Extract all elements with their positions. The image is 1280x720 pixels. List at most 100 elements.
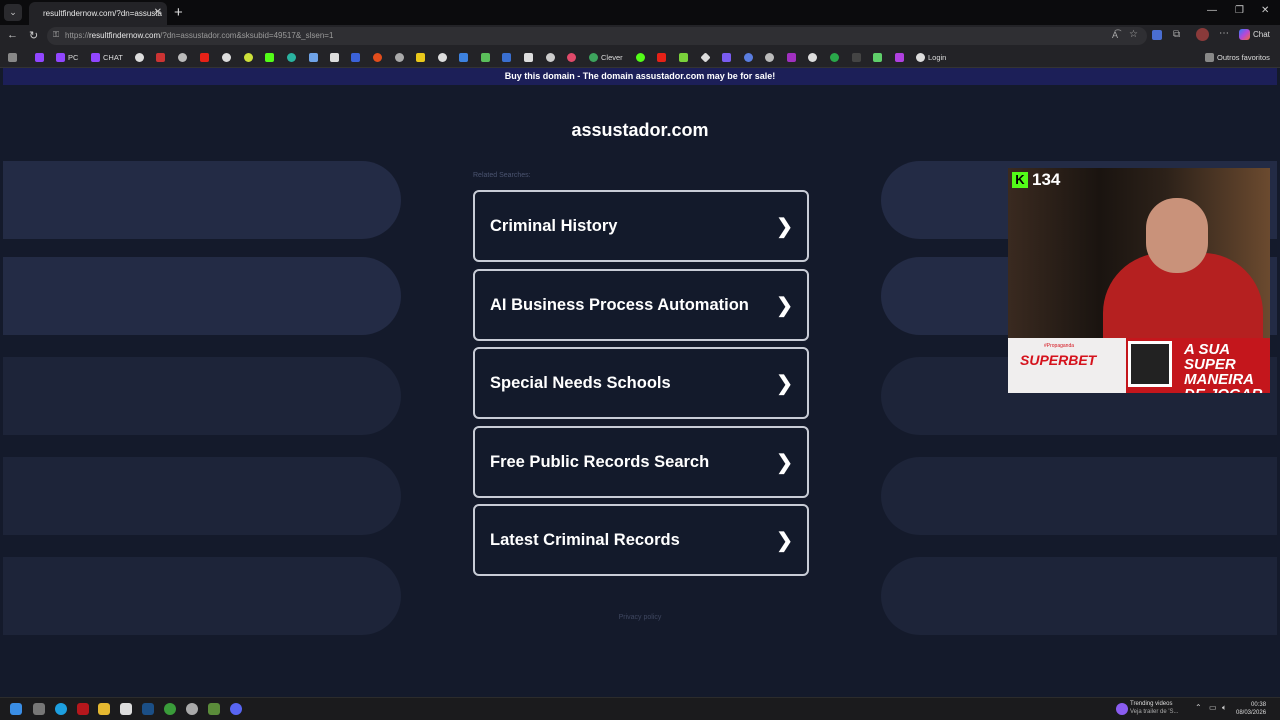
domain-sale-banner[interactable]: Buy this domain - The domain assustador.… — [3, 68, 1277, 85]
bookmark-arrow-icon[interactable] — [309, 52, 318, 63]
trending-icon[interactable] — [1116, 703, 1128, 715]
back-icon[interactable]: ← — [7, 29, 18, 41]
viewer-counter: K 134 — [1012, 170, 1060, 190]
volume-icon[interactable]: 🔈︎ — [1222, 703, 1227, 713]
related-search-item[interactable]: Criminal History ❯ — [473, 190, 809, 262]
system-clock[interactable]: 00:38 08/03/2026 — [1236, 701, 1266, 717]
bookmark-yellow-icon[interactable] — [416, 52, 425, 63]
bookmark-twitch-icon[interactable] — [35, 52, 44, 63]
superbet-ad: #Propaganda SUPERBET A SUA SUPER MANEIRA… — [1008, 338, 1270, 393]
bookmark-pink-icon[interactable] — [567, 52, 576, 63]
viewer-count: 134 — [1032, 170, 1061, 189]
site-info-icon[interactable]: ⚿ — [53, 30, 59, 40]
stream-overlay: K 134 #Propaganda SUPERBET A SUA SUPER M… — [1008, 168, 1270, 393]
bookmark-apps-icon[interactable] — [8, 52, 17, 63]
bookmark-purple-icon[interactable] — [722, 52, 731, 63]
bookmark-magenta-icon[interactable] — [787, 52, 796, 63]
bookmark-other-favorites[interactable]: Outros favoritos — [1205, 52, 1270, 63]
favorite-star-icon[interactable]: ☆ — [1129, 29, 1138, 40]
bookmark-clever[interactable]: Clever — [589, 52, 623, 63]
bookmark-box-icon[interactable] — [330, 52, 339, 63]
related-search-item[interactable]: Latest Criminal Records ❯ — [473, 504, 809, 576]
steam-icon[interactable] — [142, 703, 154, 715]
bookmark-green-icon[interactable] — [636, 52, 645, 63]
related-search-item[interactable]: Free Public Records Search ❯ — [473, 426, 809, 498]
bookmark-n-icon[interactable] — [873, 52, 882, 63]
bookmark-dark-icon[interactable] — [852, 52, 861, 63]
more-menu-icon[interactable]: ⋯ — [1219, 28, 1229, 39]
browser-tab[interactable]: resultfindernow.com/?dn=assusta ✕ — [29, 2, 167, 25]
discord-icon[interactable] — [230, 703, 242, 715]
bookmark-c-icon[interactable] — [830, 52, 839, 63]
bookmark-blue-icon[interactable] — [351, 52, 360, 63]
edge-icon[interactable] — [55, 703, 67, 715]
tray-chevron-icon[interactable]: ⌃ — [1195, 703, 1202, 712]
xbox-icon[interactable] — [164, 703, 176, 715]
start-icon[interactable] — [10, 703, 22, 715]
webcam-feed — [1008, 168, 1270, 353]
chevron-right-icon: ❯ — [776, 530, 793, 552]
bookmark-youtube-icon[interactable] — [200, 52, 209, 63]
bookmark-github-icon[interactable] — [178, 52, 187, 63]
ad-brand: SUPERBET — [1020, 352, 1097, 368]
bookmark-pc[interactable]: PC — [56, 52, 78, 63]
app-green-icon[interactable] — [208, 703, 220, 715]
bookmark-kick-icon[interactable] — [265, 52, 274, 63]
bookmark-word-icon[interactable] — [524, 52, 533, 63]
bookmark-red-icon[interactable] — [657, 52, 666, 63]
tab-menu-button[interactable]: ⌄ — [4, 4, 22, 21]
app-gray-icon[interactable] — [186, 703, 198, 715]
clock-date: 08/03/2026 — [1236, 710, 1267, 716]
extensions-icon[interactable]: ⧉ — [1173, 29, 1180, 40]
file-explorer-icon[interactable] — [98, 703, 110, 715]
bookmark-anchor-icon[interactable] — [135, 52, 144, 63]
bookmark-fire-icon[interactable] — [373, 52, 382, 63]
ad-slogan: A SUA SUPER MANEIRA DE JOGAR — [1184, 341, 1262, 393]
bookmark-circle-icon[interactable] — [244, 52, 253, 63]
bookmark-round-icon[interactable] — [546, 52, 555, 63]
related-search-label: AI Business Process Automation — [490, 295, 749, 314]
related-search-item[interactable]: AI Business Process Automation ❯ — [473, 269, 809, 341]
copilot-chat-button[interactable]: Chat — [1239, 29, 1270, 40]
decor-stripe — [3, 557, 401, 635]
window-close-icon[interactable]: ✕ — [1261, 5, 1269, 16]
related-search-item[interactable]: Special Needs Schools ❯ — [473, 347, 809, 419]
bookmark-swirl-icon[interactable] — [744, 52, 753, 63]
reload-icon[interactable]: ↻ — [29, 29, 38, 42]
bookmark-login[interactable]: Login — [916, 52, 946, 63]
app-red-icon[interactable] — [77, 703, 89, 715]
task-view-icon[interactable] — [33, 703, 45, 715]
minimize-icon[interactable]: — — [1207, 5, 1217, 16]
chat-label: Chat — [1253, 30, 1270, 39]
bookmark-sync-icon[interactable] — [808, 52, 817, 63]
maximize-icon[interactable]: ❐ — [1235, 5, 1244, 16]
address-row: ← ↻ ⚿ https://resultfindernow.com/?dn=as… — [0, 25, 1280, 47]
store-icon[interactable] — [120, 703, 132, 715]
decor-stripe — [3, 257, 401, 335]
address-bar[interactable]: ⚿ https://resultfindernow.com/?dn=assust… — [47, 27, 1147, 45]
network-icon[interactable]: ▭ — [1209, 703, 1217, 712]
bookmark-mail-icon[interactable] — [459, 52, 468, 63]
bookmark-doc-icon[interactable] — [502, 52, 511, 63]
new-tab-button[interactable]: + — [174, 4, 183, 21]
bookmark-lime-icon[interactable] — [679, 52, 688, 63]
bookmark-puzzle-icon[interactable] — [481, 52, 490, 63]
bookmark-obs-icon[interactable] — [222, 52, 231, 63]
bookmark-globe-icon[interactable] — [438, 52, 447, 63]
read-aloud-icon[interactable]: A͡ — [1112, 30, 1118, 40]
bookmark-teal-icon[interactable] — [287, 52, 296, 63]
tab-close-icon[interactable]: ✕ — [154, 7, 162, 18]
twitch-icon — [56, 53, 65, 62]
bookmark-world-icon[interactable] — [765, 52, 774, 63]
profile-avatar[interactable] — [1196, 28, 1209, 41]
privacy-policy-link[interactable]: Privacy policy — [3, 614, 1277, 621]
bookmark-apple-icon[interactable] — [395, 52, 404, 63]
bookmark-violet-icon[interactable] — [895, 52, 904, 63]
extension-shield-icon[interactable] — [1152, 30, 1162, 40]
bookmark-diamond-icon[interactable] — [700, 52, 711, 63]
tab-strip: ⌄ resultfindernow.com/?dn=assusta ✕ + — … — [0, 0, 1280, 25]
trending-widget[interactable]: Trending videos Veja trailer de 'S... — [1130, 700, 1179, 716]
bookmark-k-icon[interactable] — [156, 52, 165, 63]
bookmark-chat[interactable]: CHAT — [91, 52, 123, 63]
domain-title: assustador.com — [571, 120, 709, 140]
